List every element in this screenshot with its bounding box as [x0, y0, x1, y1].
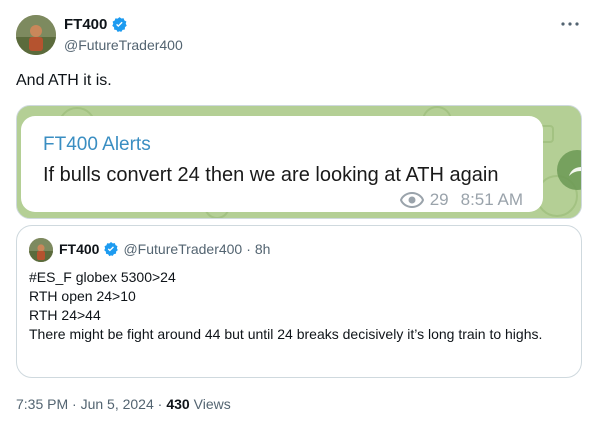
author-display-name[interactable]: FT400	[64, 16, 107, 33]
message-bubble: FT400 Alerts If bulls convert 24 then we…	[21, 116, 543, 212]
quoted-line: There might be fight around 44 but until…	[29, 326, 543, 342]
channel-title: FT400 Alerts	[43, 134, 151, 155]
quoted-author-avatar	[29, 238, 53, 262]
quoted-age: 8h	[254, 241, 271, 257]
tweet-timestamp[interactable]: 7:35 PM · Jun 5, 2024 ·	[16, 396, 162, 412]
more-options-icon[interactable]	[560, 14, 580, 34]
tweet-card: FT400 @FutureTrader400 And ATH it is. FT…	[0, 0, 602, 425]
message-time: 8:51 AM	[460, 190, 523, 209]
quoted-line: RTH 24>44	[29, 307, 101, 323]
view-count: 29	[429, 190, 449, 209]
views-label: Views	[193, 396, 231, 412]
message-meta: 29 8:51 AM	[399, 190, 523, 210]
share-icon[interactable]	[557, 150, 581, 190]
quoted-header: FT400 @FutureTrader400 · 8h	[59, 241, 270, 257]
quoted-line: #ES_F globex 5300>24	[29, 269, 176, 285]
view-count-value: 430	[166, 396, 190, 412]
eye-icon	[399, 192, 424, 208]
author-handle[interactable]: @FutureTrader400	[64, 37, 183, 53]
verified-badge-icon	[112, 17, 128, 33]
author-avatar[interactable]	[16, 15, 56, 55]
quoted-tweet[interactable]: FT400 @FutureTrader400 · 8h #ES_F globex…	[16, 225, 582, 378]
separator-dot: ·	[246, 241, 251, 257]
tweet-text: And ATH it is.	[16, 72, 112, 89]
quoted-display-name: FT400	[59, 241, 100, 257]
author-name-row[interactable]: FT400	[64, 16, 128, 33]
quoted-line: RTH open 24>10	[29, 288, 136, 304]
alert-message: If bulls convert 24 then we are looking …	[43, 164, 499, 186]
verified-badge-icon	[104, 242, 119, 257]
tweet-image[interactable]: FT400 Alerts If bulls convert 24 then we…	[16, 105, 582, 219]
quoted-text: #ES_F globex 5300>24 RTH open 24>10 RTH …	[29, 268, 574, 344]
quoted-handle: @FutureTrader400	[123, 241, 243, 257]
tweet-footer: 7:35 PM · Jun 5, 2024 · 430 Views	[16, 396, 231, 412]
